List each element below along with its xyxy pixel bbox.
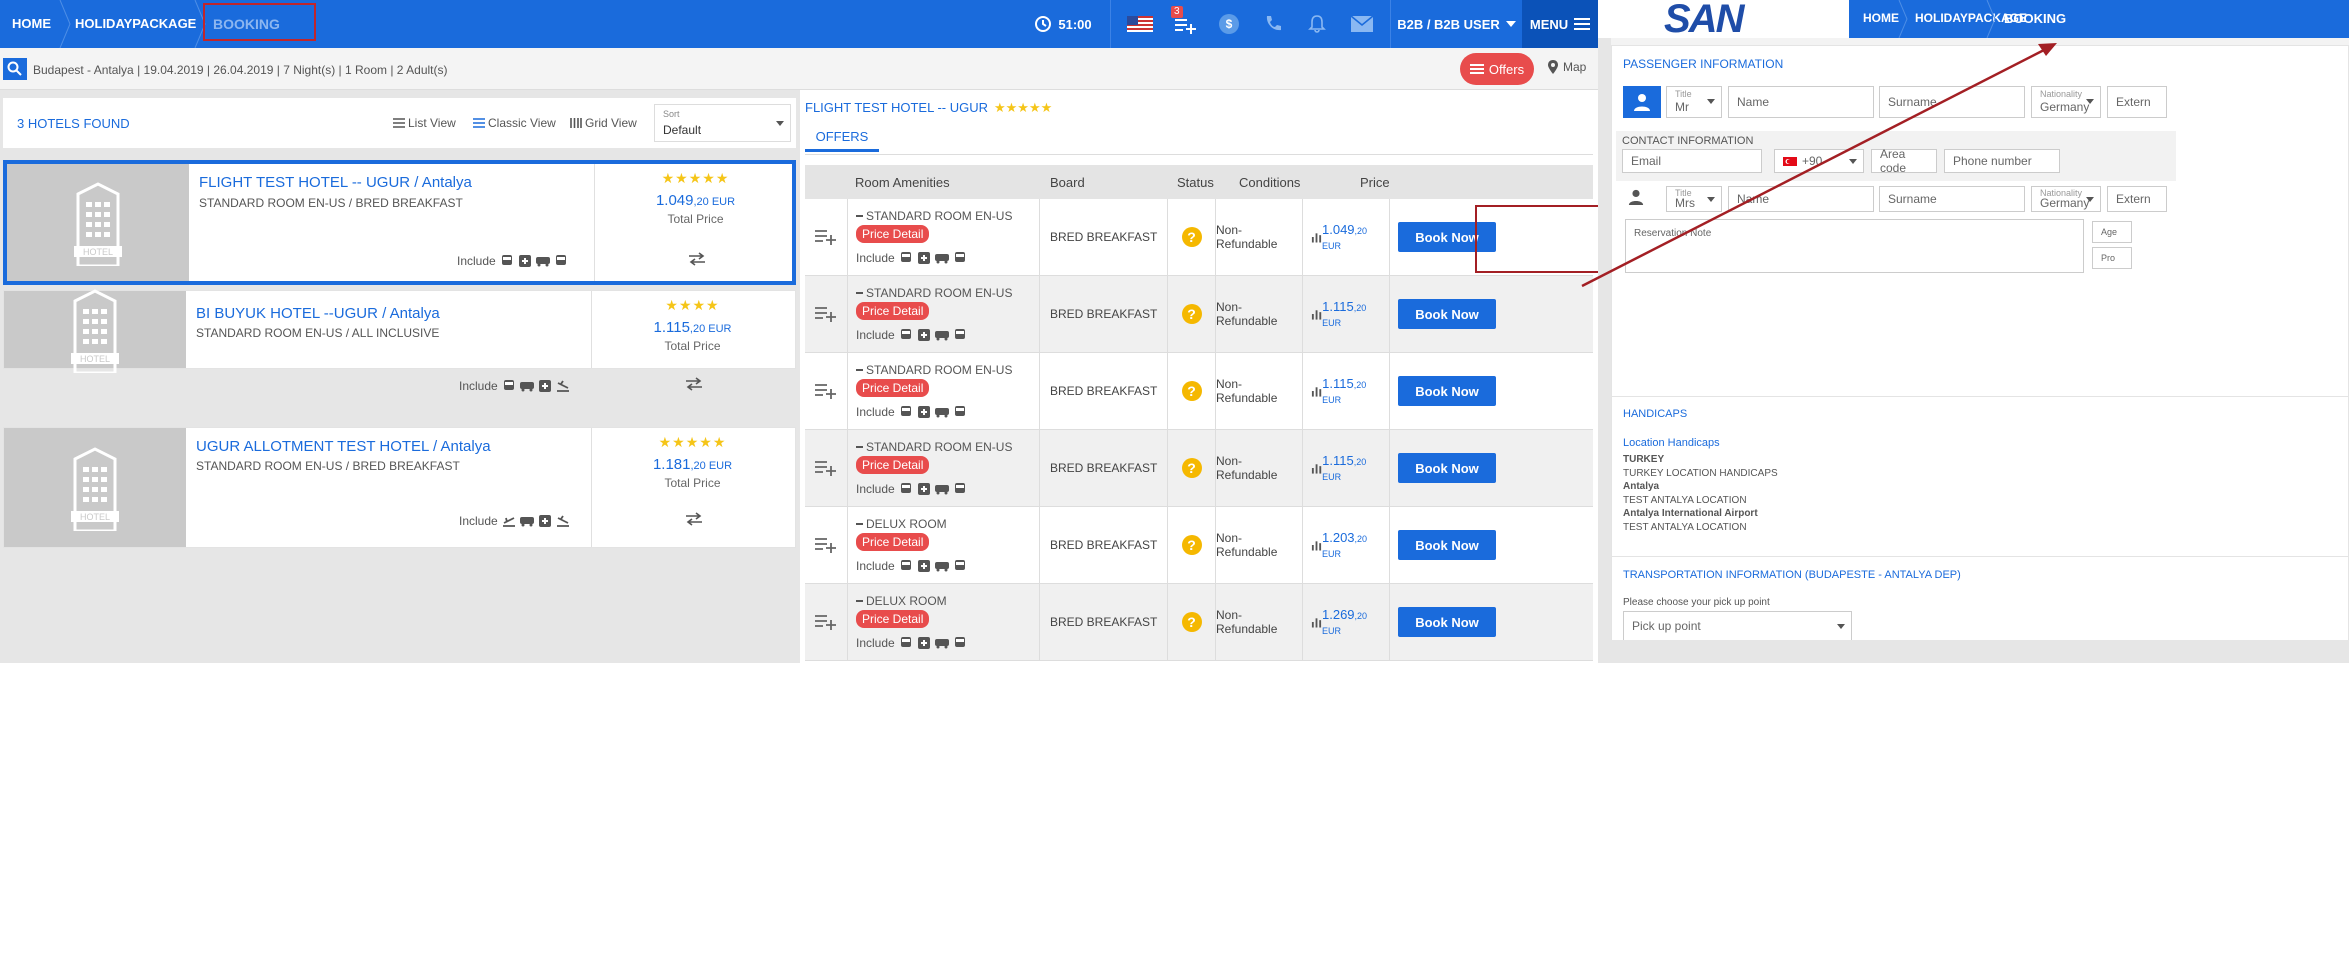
- annotation-arrow: [1581, 43, 2057, 288]
